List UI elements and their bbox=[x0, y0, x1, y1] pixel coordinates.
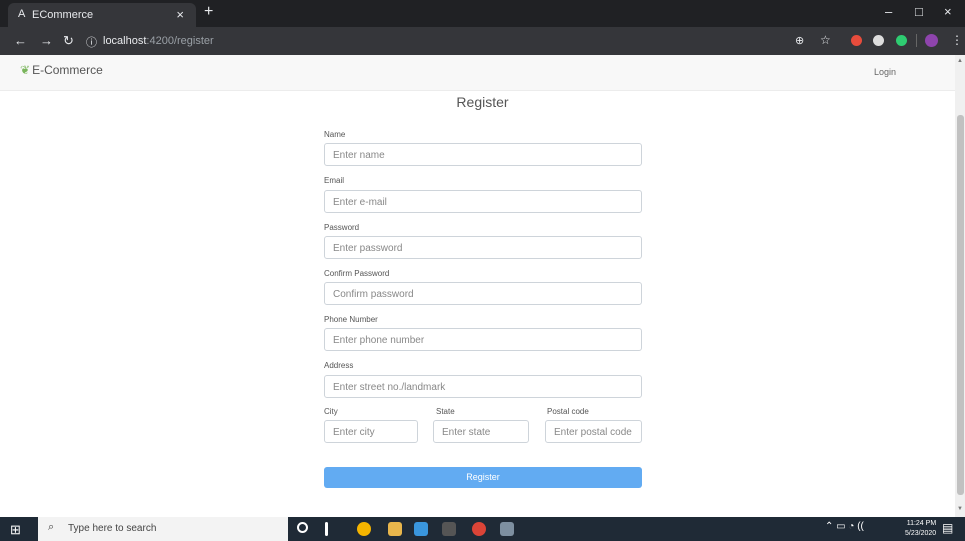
brand-leaf-icon: ❦ bbox=[20, 63, 31, 77]
close-window-button[interactable]: × bbox=[944, 4, 952, 19]
password-label: Password bbox=[324, 223, 360, 232]
state-input[interactable]: Enter state bbox=[433, 420, 529, 443]
vscode-icon[interactable] bbox=[414, 522, 428, 536]
scroll-down-arrow-icon[interactable]: ▼ bbox=[957, 506, 963, 512]
confirm-password-label: Confirm Password bbox=[324, 269, 390, 278]
taskbar-clock[interactable]: 11:24 PM 5/23/2020 bbox=[905, 519, 936, 539]
extension-green-icon[interactable] bbox=[896, 35, 907, 46]
scrollbar-thumb[interactable] bbox=[957, 115, 964, 495]
name-label: Name bbox=[324, 130, 346, 139]
kebab-menu-icon[interactable]: ⋮ bbox=[951, 33, 963, 47]
windows-start-icon[interactable]: ⊞ bbox=[10, 522, 21, 538]
address-label: Address bbox=[324, 361, 354, 370]
notification-icon[interactable]: ▤ bbox=[942, 521, 953, 535]
cortana-icon[interactable] bbox=[297, 522, 308, 533]
system-tray-icons[interactable]: ⌃ ▭ ◔ (( bbox=[825, 521, 864, 532]
tab-title: ECommerce bbox=[32, 9, 94, 21]
extension-gray-icon[interactable] bbox=[873, 35, 884, 46]
info-icon[interactable]: ⓘ bbox=[86, 34, 97, 50]
city-label: City bbox=[324, 407, 338, 416]
extension-red-icon[interactable] bbox=[851, 35, 862, 46]
scroll-up-arrow-icon[interactable]: ▲ bbox=[957, 58, 963, 64]
phone-label: Phone Number bbox=[324, 315, 378, 324]
email-label: Email bbox=[324, 176, 345, 185]
toolbar-divider bbox=[916, 34, 917, 47]
address-input[interactable]: Enter street no./landmark bbox=[324, 375, 642, 398]
register-button[interactable]: Register bbox=[324, 467, 642, 488]
state-label: State bbox=[436, 407, 455, 416]
tab-close-icon[interactable]: × bbox=[176, 7, 184, 22]
chrome-taskbar-icon[interactable] bbox=[357, 522, 371, 536]
angular-favicon-icon: A bbox=[18, 8, 26, 20]
postal-code-label: Postal code bbox=[547, 407, 589, 416]
minimize-button[interactable]: – bbox=[885, 4, 892, 19]
brand-link[interactable]: ❦ E-Commerce bbox=[20, 63, 103, 77]
taskbar-search[interactable]: ⌕ Type here to search bbox=[38, 517, 288, 541]
email-input[interactable]: Enter e-mail bbox=[324, 190, 642, 213]
clock-date: 5/23/2020 bbox=[905, 530, 937, 537]
app-taskbar-icon[interactable] bbox=[500, 522, 514, 536]
login-link[interactable]: Login bbox=[874, 67, 896, 77]
reload-icon[interactable]: ↻ bbox=[63, 33, 74, 49]
url-host: localhost bbox=[103, 35, 147, 47]
zoom-icon[interactable]: ⊕ bbox=[795, 34, 804, 47]
profile-avatar[interactable] bbox=[925, 34, 938, 47]
maximize-button[interactable]: □ bbox=[915, 4, 923, 19]
app-navbar bbox=[0, 55, 955, 91]
file-explorer-icon[interactable] bbox=[388, 522, 402, 536]
page-title: Register bbox=[456, 94, 509, 110]
new-tab-button[interactable]: + bbox=[204, 3, 213, 21]
task-view-icon[interactable] bbox=[325, 522, 328, 536]
forward-arrow-icon[interactable]: → bbox=[40, 33, 53, 48]
phone-input[interactable]: Enter phone number bbox=[324, 328, 642, 351]
browser-tab[interactable]: A ECommerce × bbox=[8, 3, 196, 27]
confirm-password-input[interactable]: Confirm password bbox=[324, 282, 642, 305]
clock-time: 11:24 PM bbox=[906, 520, 937, 527]
back-arrow-icon[interactable]: ← bbox=[14, 33, 27, 48]
name-input[interactable]: Enter name bbox=[324, 143, 642, 166]
terminal-icon[interactable] bbox=[442, 522, 456, 536]
bookmark-star-icon[interactable]: ☆ bbox=[820, 33, 831, 47]
search-icon: ⌕ bbox=[48, 521, 55, 533]
password-input[interactable]: Enter password bbox=[324, 236, 642, 259]
postal-code-input[interactable]: Enter postal code bbox=[545, 420, 642, 443]
chrome-active-icon[interactable] bbox=[472, 522, 486, 536]
city-input[interactable]: Enter city bbox=[324, 420, 418, 443]
brand-text: E-Commerce bbox=[32, 63, 103, 77]
taskbar-search-placeholder: Type here to search bbox=[68, 523, 157, 534]
url-path: :4200/register bbox=[146, 35, 214, 47]
address-bar[interactable]: ⓘ localhost:4200/register bbox=[86, 31, 556, 51]
